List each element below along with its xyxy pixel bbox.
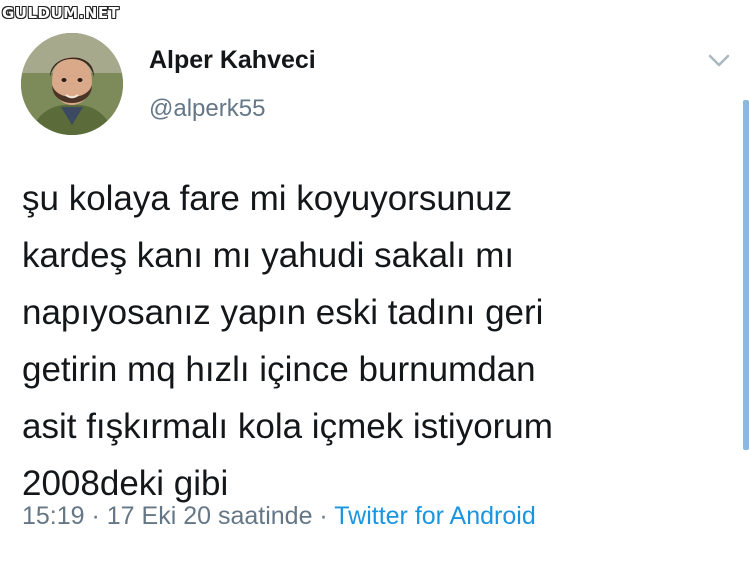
scrollbar[interactable]: [743, 100, 749, 450]
avatar[interactable]: [21, 33, 123, 135]
watermark: GULDUM.NET: [2, 4, 120, 22]
meta-separator: ·: [84, 502, 107, 530]
tweet-time: 15:19: [22, 502, 85, 530]
author-name[interactable]: Alper Kahveci: [149, 46, 316, 75]
author-handle[interactable]: @alperk55: [149, 95, 265, 123]
tweet-text: şu kolaya fare mi koyuyorsunuz kardeş ka…: [22, 179, 553, 503]
meta-separator: ·: [312, 502, 335, 530]
chevron-down-icon[interactable]: [707, 53, 731, 69]
profile-photo: [21, 33, 123, 135]
tweet-date: 17 Eki 20 saatinde: [106, 502, 313, 530]
tweet-source-link[interactable]: Twitter for Android: [334, 502, 535, 530]
tweet-meta: 15:19 · 17 Eki 20 saatinde · Twitter for…: [22, 502, 536, 531]
